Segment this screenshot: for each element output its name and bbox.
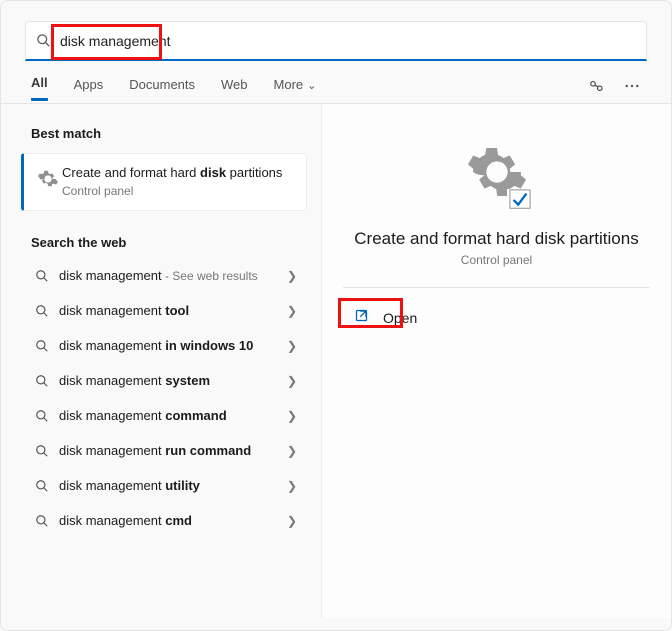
web-result-3[interactable]: disk management system❯: [1, 363, 321, 398]
search-icon: [26, 33, 60, 48]
connector-icon[interactable]: [587, 77, 605, 100]
web-result-text: disk management tool: [53, 303, 287, 318]
web-result-7[interactable]: disk management cmd❯: [1, 503, 321, 538]
details-panel: Create and format hard disk partitions C…: [321, 104, 671, 618]
search-icon: [31, 374, 53, 388]
search-icon: [31, 444, 53, 458]
search-icon: [31, 479, 53, 493]
open-external-icon: [354, 308, 369, 328]
details-title: Create and format hard disk partitions: [334, 229, 658, 249]
tab-documents[interactable]: Documents: [129, 77, 195, 100]
web-result-0[interactable]: disk management - See web results❯: [1, 258, 321, 293]
search-icon: [31, 514, 53, 528]
web-result-1[interactable]: disk management tool❯: [1, 293, 321, 328]
chevron-right-icon: ❯: [287, 479, 297, 493]
chevron-right-icon: ❯: [287, 339, 297, 353]
more-options-icon[interactable]: [623, 77, 641, 100]
tab-web[interactable]: Web: [221, 77, 248, 100]
tab-more[interactable]: More: [274, 77, 317, 100]
chevron-right-icon: ❯: [287, 444, 297, 458]
gear-icon: [34, 164, 62, 198]
search-web-header: Search the web: [1, 227, 321, 258]
chevron-right-icon: ❯: [287, 269, 297, 283]
best-match-title: Create and format hard disk partitions: [62, 164, 282, 182]
web-result-6[interactable]: disk management utility❯: [1, 468, 321, 503]
results-panel: Best match Create and format hard disk p…: [1, 104, 321, 618]
gear-check-icon: [465, 140, 529, 209]
web-result-text: disk management cmd: [53, 513, 287, 528]
web-result-5[interactable]: disk management run command❯: [1, 433, 321, 468]
best-match-subtitle: Control panel: [62, 184, 282, 198]
web-result-4[interactable]: disk management command❯: [1, 398, 321, 433]
chevron-right-icon: ❯: [287, 409, 297, 423]
chevron-right-icon: ❯: [287, 374, 297, 388]
tabs-row: All Apps Documents Web More: [1, 61, 671, 101]
web-result-text: disk management - See web results: [53, 268, 287, 283]
search-icon: [31, 269, 53, 283]
best-match-result[interactable]: Create and format hard disk partitions C…: [21, 153, 307, 211]
search-icon: [31, 304, 53, 318]
web-result-text: disk management command: [53, 408, 287, 423]
web-result-text: disk management run command: [53, 443, 287, 458]
search-input[interactable]: [60, 33, 646, 49]
search-box[interactable]: [25, 21, 647, 61]
tab-all[interactable]: All: [31, 75, 48, 101]
web-result-2[interactable]: disk management in windows 10❯: [1, 328, 321, 363]
search-icon: [31, 339, 53, 353]
search-bar: [1, 1, 671, 61]
web-result-text: disk management utility: [53, 478, 287, 493]
chevron-right-icon: ❯: [287, 514, 297, 528]
chevron-right-icon: ❯: [287, 304, 297, 318]
search-icon: [31, 409, 53, 423]
web-result-text: disk management system: [53, 373, 287, 388]
web-result-text: disk management in windows 10: [53, 338, 287, 353]
best-match-header: Best match: [1, 118, 321, 149]
open-label: Open: [383, 310, 417, 326]
tab-apps[interactable]: Apps: [74, 77, 104, 100]
open-button[interactable]: Open: [338, 300, 433, 336]
details-subtitle: Control panel: [461, 253, 532, 267]
